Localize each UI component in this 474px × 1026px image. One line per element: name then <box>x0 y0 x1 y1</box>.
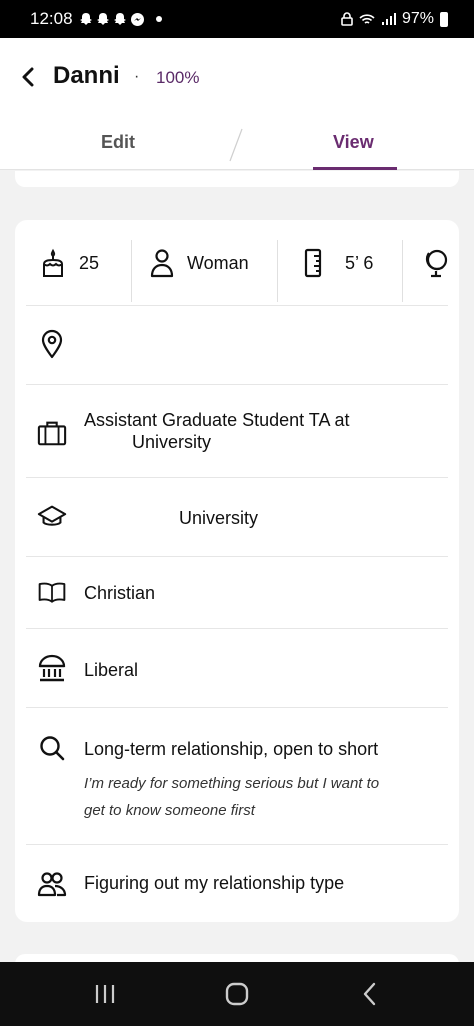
tab-divider <box>229 128 243 162</box>
profile-vitals-card: 25 Woman 5’ 6 Assistant Graduate Student… <box>15 220 459 922</box>
system-back-button[interactable] <box>350 976 390 1012</box>
school-name: University <box>179 508 259 528</box>
status-bar: 12:08 97% <box>0 0 474 38</box>
graduation-cap-icon <box>37 505 67 526</box>
tab-edit[interactable]: Edit <box>101 132 135 153</box>
dating-intention-value: Long-term relationship, open to short <box>84 739 379 759</box>
dating-intention-icon-wrap <box>37 733 67 763</box>
location-pin-icon <box>41 329 63 359</box>
recent-apps-icon <box>95 985 115 1003</box>
status-time: 12:08 <box>30 9 73 28</box>
age-value: 25 <box>79 252 100 273</box>
stat-ethnicity <box>423 230 451 296</box>
gender-value: Woman <box>187 252 249 273</box>
back-icon <box>363 982 376 1006</box>
stat-divider <box>402 240 403 302</box>
app-header: Danni · 100% Edit View <box>0 38 474 170</box>
relationship-type-value: Figuring out my relationship type <box>84 873 345 893</box>
politics-icon-wrap <box>37 653 67 683</box>
relationship-type-icon-wrap <box>37 869 67 899</box>
snapchat-icon <box>96 13 109 25</box>
tab-view[interactable]: View <box>333 132 374 153</box>
dating-intention-row: Long-term relationship, open to short I’… <box>15 708 459 844</box>
wifi-icon <box>359 13 375 24</box>
job-title: Assistant Graduate Student TA at <box>84 410 350 430</box>
dating-intention-note-line-1: I’m ready for something serious but I wa… <box>84 775 380 792</box>
title-separator: · <box>134 68 140 85</box>
stat-gender: Woman <box>149 230 249 296</box>
home-button[interactable] <box>217 976 257 1012</box>
globe-icon <box>425 249 448 278</box>
profile-completion: 100% <box>156 68 200 87</box>
battery-percent: 97% <box>401 10 434 27</box>
stat-age: 25 <box>39 230 99 296</box>
cake-icon <box>43 248 63 277</box>
ruler-icon <box>304 248 322 278</box>
previous-card <box>15 171 459 187</box>
politics-value: Liberal <box>84 660 139 680</box>
religion-value: Christian <box>84 583 156 603</box>
religion-row: Christian <box>15 557 459 629</box>
stat-divider <box>277 240 278 302</box>
height-value: 5’ 6 <box>345 252 374 273</box>
recent-apps-button[interactable] <box>85 976 125 1012</box>
person-icon <box>150 249 174 278</box>
profile-name-title: Danni <box>53 62 120 89</box>
religion-icon-wrap <box>37 577 67 607</box>
job-icon-wrap <box>37 418 67 448</box>
battery-icon <box>440 11 448 27</box>
briefcase-icon <box>37 421 67 446</box>
stat-divider <box>131 240 132 302</box>
book-icon <box>38 582 66 603</box>
snapchat-icon <box>79 13 92 25</box>
education-row: University <box>15 478 459 556</box>
search-icon <box>40 736 65 761</box>
notification-dot-icon <box>155 16 162 22</box>
politics-row: Liberal <box>15 629 459 707</box>
chevron-left-icon <box>22 67 34 87</box>
location-icon-wrap <box>37 329 67 359</box>
dating-intention-note-line-2: get to know someone first <box>84 802 255 819</box>
back-button[interactable] <box>14 62 42 92</box>
stat-height: 5’ 6 <box>303 230 373 296</box>
system-nav-bar <box>0 962 474 1026</box>
relationship-type-row: Figuring out my relationship type <box>15 845 459 922</box>
lock-icon <box>341 12 353 26</box>
signal-icon <box>381 12 396 25</box>
job-employer: University <box>132 432 212 452</box>
education-icon-wrap <box>37 501 67 531</box>
active-tab-indicator <box>313 167 397 170</box>
snapchat-icon <box>113 13 126 25</box>
people-icon <box>37 872 67 897</box>
job-row: Assistant Graduate Student TA at Univers… <box>15 385 459 477</box>
institution-icon <box>38 654 66 682</box>
vitals-stats-row[interactable]: 25 Woman 5’ 6 <box>15 230 459 302</box>
location-row <box>15 306 459 384</box>
messenger-icon <box>130 12 144 26</box>
home-icon <box>225 982 249 1006</box>
